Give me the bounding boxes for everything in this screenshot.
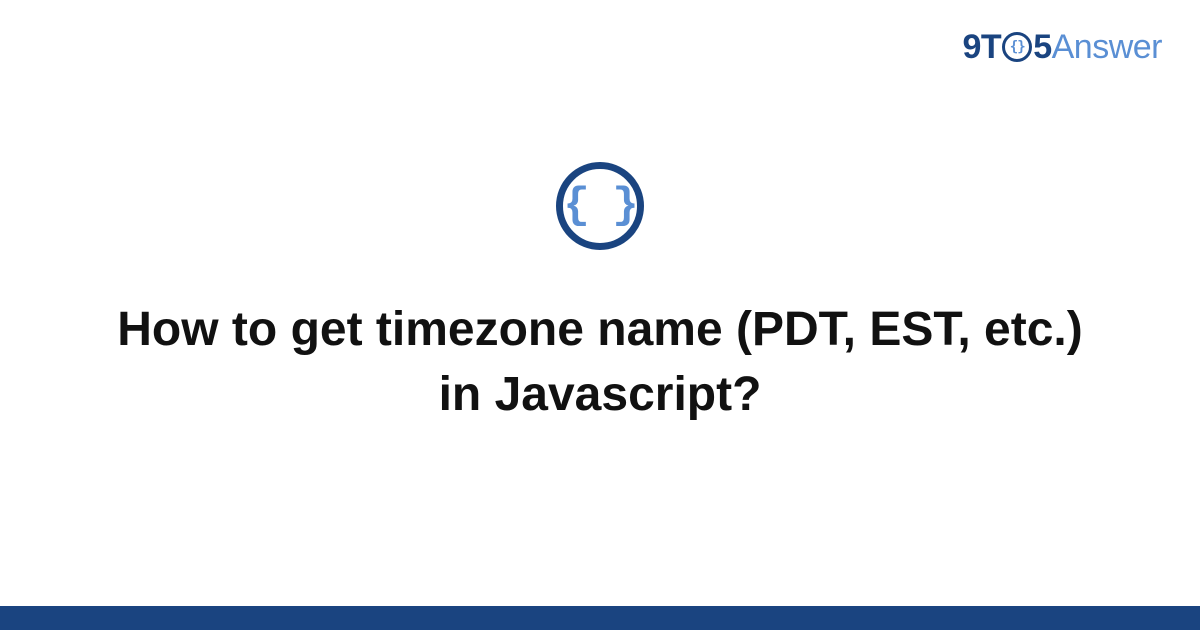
logo-braces-small: {} bbox=[1010, 39, 1025, 55]
main-content: { } How to get timezone name (PDT, EST, … bbox=[0, 0, 1200, 630]
logo-text-answer: Answer bbox=[1052, 28, 1162, 67]
logo-circle-icon: {} bbox=[1002, 32, 1032, 62]
footer-accent-bar bbox=[0, 606, 1200, 630]
logo-text-5: 5 bbox=[1033, 28, 1051, 67]
code-braces-icon: { } bbox=[556, 162, 644, 250]
logo-text-9t: 9T bbox=[963, 28, 1002, 67]
site-logo: 9T {} 5 Answer bbox=[963, 28, 1162, 67]
question-title: How to get timezone name (PDT, EST, etc.… bbox=[100, 298, 1100, 428]
braces-glyph: { } bbox=[563, 184, 636, 228]
